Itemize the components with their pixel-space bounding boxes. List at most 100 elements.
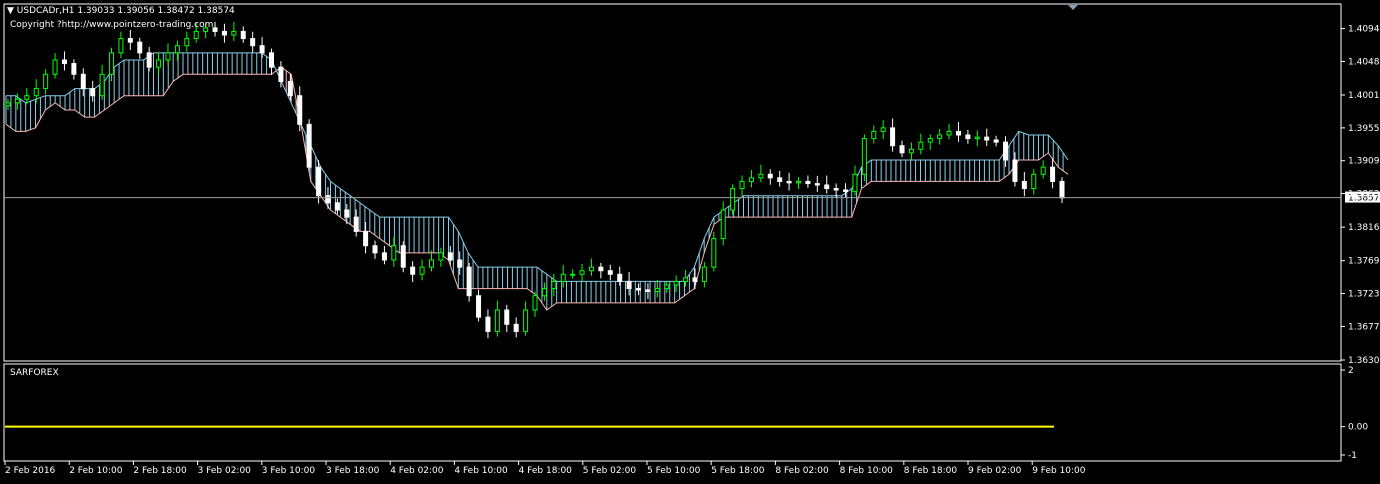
candle-body bbox=[99, 73, 105, 97]
candle-body bbox=[297, 95, 303, 125]
y-tick-label: 1.38630 bbox=[1348, 190, 1380, 200]
candle-body bbox=[438, 252, 444, 261]
candle-body bbox=[937, 134, 943, 140]
candle-body bbox=[617, 273, 623, 282]
candle-body bbox=[1021, 180, 1027, 190]
candle-body bbox=[410, 266, 416, 275]
x-tick-label: 5 Feb 02:00 bbox=[583, 466, 637, 476]
candle-body bbox=[1050, 166, 1056, 182]
candle-body bbox=[551, 280, 557, 290]
candle-body bbox=[786, 180, 792, 184]
candle-body bbox=[127, 38, 133, 43]
x-tick-label: 3 Feb 02:00 bbox=[198, 466, 252, 476]
candle-body bbox=[259, 45, 265, 54]
candle-body bbox=[1031, 173, 1037, 190]
x-tick-label: 8 Feb 10:00 bbox=[840, 466, 894, 476]
candle-body bbox=[955, 130, 961, 136]
candle-body bbox=[683, 277, 689, 282]
chart-canvas[interactable]: 1.38574 1.409401.404801.400101.395501.39… bbox=[0, 0, 1380, 484]
dropdown-triangle-icon[interactable]: ▼ bbox=[7, 6, 14, 16]
candle-body bbox=[485, 316, 491, 332]
candle-body bbox=[748, 177, 754, 182]
candle-body bbox=[692, 277, 698, 282]
candle-body bbox=[523, 309, 529, 332]
y-tick-label: 1.40010 bbox=[1348, 91, 1380, 101]
x-tick-label: 2 Feb 18:00 bbox=[133, 466, 187, 476]
candle-body bbox=[1059, 180, 1065, 199]
candle-body bbox=[146, 52, 152, 68]
candle-body bbox=[33, 88, 39, 97]
candle-body bbox=[109, 52, 115, 75]
candle-body bbox=[777, 177, 783, 182]
candle-body bbox=[316, 166, 322, 197]
candle-body bbox=[372, 245, 378, 254]
candle-body bbox=[476, 295, 482, 318]
candle-body bbox=[24, 95, 30, 100]
candle-body bbox=[701, 266, 707, 282]
y-tick-label: 1.40940 bbox=[1348, 25, 1380, 35]
candle-body bbox=[381, 252, 387, 261]
candle-body bbox=[43, 73, 49, 90]
candle-body bbox=[156, 59, 162, 68]
x-tick-label: 5 Feb 18:00 bbox=[711, 466, 765, 476]
candle-body bbox=[560, 273, 566, 282]
candle-body bbox=[626, 280, 632, 290]
candle-body bbox=[588, 266, 594, 272]
candle-body bbox=[353, 216, 359, 232]
y-tick-label: 1.39550 bbox=[1348, 124, 1380, 134]
candle-body bbox=[833, 188, 839, 191]
candle-body bbox=[861, 138, 867, 175]
candle-body bbox=[212, 27, 218, 32]
candle-body bbox=[1040, 166, 1046, 175]
candle-body bbox=[570, 273, 576, 276]
candle-body bbox=[730, 188, 736, 211]
candle-body bbox=[541, 288, 547, 297]
subwindow-title: SARFOREX bbox=[10, 368, 59, 378]
x-tick-label: 4 Feb 10:00 bbox=[454, 466, 508, 476]
candle-body bbox=[278, 66, 284, 82]
chart-header: ▼ USDCADr,H1 1.39033 1.39056 1.38472 1.3… bbox=[7, 6, 235, 17]
candle-body bbox=[796, 180, 801, 184]
candle-body bbox=[993, 139, 999, 143]
candle-body bbox=[363, 230, 369, 247]
y-tick-label: 1.36300 bbox=[1348, 356, 1380, 366]
candle-body bbox=[428, 259, 434, 268]
candle-body bbox=[814, 183, 820, 186]
candle-body bbox=[946, 130, 952, 136]
candle-body bbox=[927, 138, 933, 143]
x-tick-label: 3 Feb 10:00 bbox=[262, 466, 316, 476]
candle-body bbox=[447, 252, 453, 261]
candle-body bbox=[767, 173, 773, 179]
candle-body bbox=[71, 63, 77, 75]
candle-body bbox=[400, 245, 406, 268]
y-tick-label: 1.37690 bbox=[1348, 257, 1380, 267]
candle-body bbox=[965, 134, 971, 140]
candle-body bbox=[1012, 159, 1018, 182]
x-tick-label: 8 Feb 02:00 bbox=[775, 466, 829, 476]
y-tick-label: 1.39090 bbox=[1348, 157, 1380, 167]
candle-body bbox=[391, 245, 397, 261]
candle-body bbox=[5, 102, 11, 107]
candle-body bbox=[598, 266, 604, 272]
candle-body bbox=[90, 88, 96, 97]
copyright-text: Copyright ?http://www.pointzero-trading.… bbox=[10, 20, 214, 30]
candle-body bbox=[494, 309, 500, 332]
candle-body bbox=[1003, 141, 1009, 161]
candle-body bbox=[231, 30, 237, 36]
candle-body bbox=[711, 238, 717, 268]
sub-y-tick-label: 2 bbox=[1348, 366, 1354, 376]
chart-background bbox=[0, 0, 1380, 484]
candle-body bbox=[908, 148, 914, 154]
candle-body bbox=[513, 323, 519, 332]
candle-body bbox=[890, 127, 896, 147]
candle-body bbox=[607, 270, 613, 275]
candle-body bbox=[654, 288, 660, 292]
candle-body bbox=[918, 141, 924, 150]
candle-body bbox=[118, 38, 124, 54]
candle-body bbox=[14, 98, 20, 104]
candle-body bbox=[579, 270, 585, 275]
candle-body bbox=[193, 30, 199, 40]
candle-body bbox=[137, 41, 143, 54]
x-tick-label: 4 Feb 18:00 bbox=[519, 466, 573, 476]
candle-body bbox=[664, 284, 670, 290]
